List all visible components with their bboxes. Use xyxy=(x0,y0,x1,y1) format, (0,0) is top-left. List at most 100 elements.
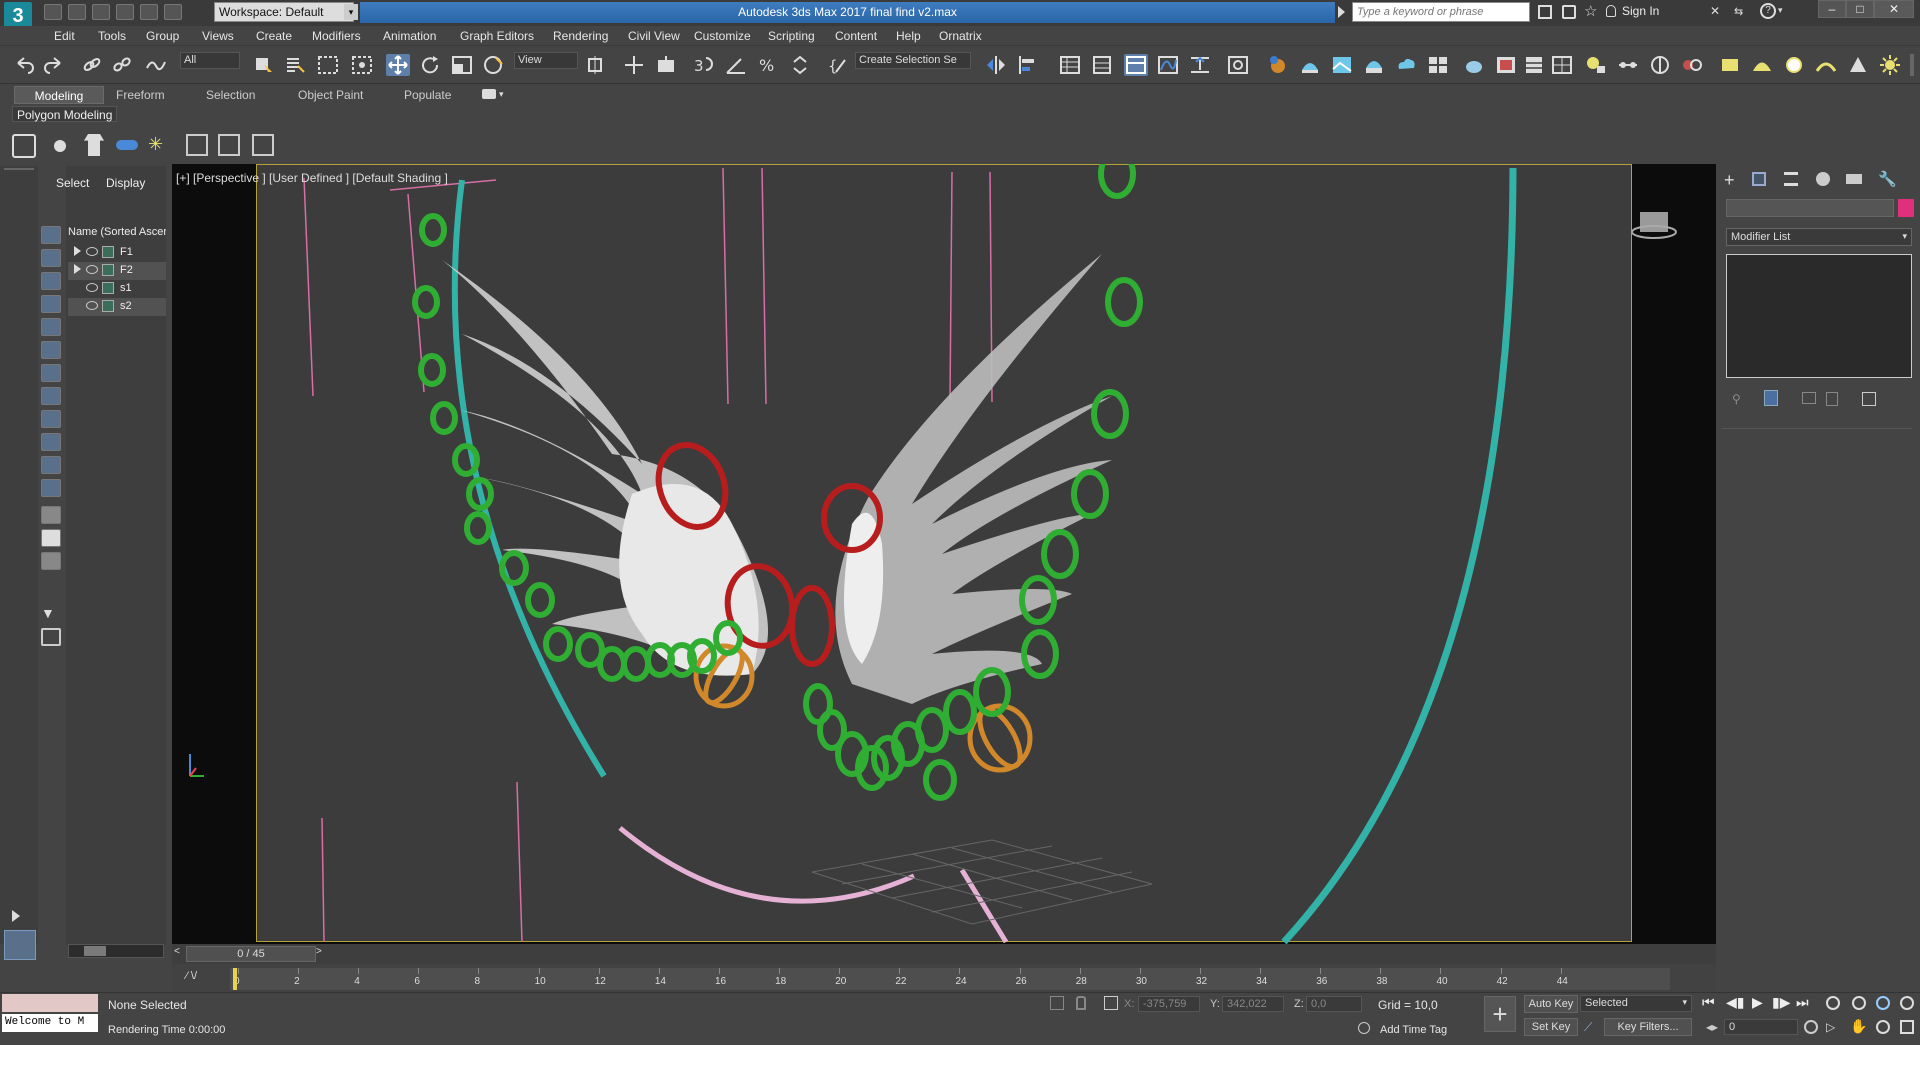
tab-selection[interactable]: Selection xyxy=(206,88,255,102)
display-helpers-icon[interactable] xyxy=(186,134,208,156)
grid-toggle-icon[interactable] xyxy=(1550,54,1574,76)
select-move-icon[interactable] xyxy=(386,54,410,76)
unlink-icon[interactable] xyxy=(110,54,134,76)
list-item[interactable]: s1 xyxy=(68,280,166,298)
filter-funnel-icon[interactable]: ▼ xyxy=(41,605,61,623)
menu-scripting[interactable]: Scripting xyxy=(768,29,815,43)
filter-frozen-icon[interactable] xyxy=(41,456,61,474)
close-window-button[interactable]: ✕ xyxy=(1874,0,1914,18)
auto-key-button[interactable]: Auto Key xyxy=(1524,995,1578,1013)
viewport-perspective[interactable] xyxy=(172,164,1716,944)
search-input[interactable]: Type a keyword or phrase xyxy=(1352,2,1530,22)
add-time-tag-button[interactable]: Add Time Tag xyxy=(1380,1024,1447,1036)
scrollbar-thumb[interactable] xyxy=(84,946,106,956)
select-manipulate-icon[interactable] xyxy=(622,54,646,76)
environment-icon[interactable] xyxy=(1522,54,1546,76)
maxscript-mini-listener[interactable] xyxy=(2,994,98,1012)
chevron-down-icon[interactable]: ▾ xyxy=(344,4,358,20)
key-filters-button[interactable]: Key Filters... xyxy=(1604,1018,1692,1036)
rectangular-selection-icon[interactable] xyxy=(316,54,340,76)
keyboard-shortcut-toggle-icon[interactable] xyxy=(654,54,678,76)
bind-space-warp-icon[interactable] xyxy=(144,54,168,76)
filter-spacewarps-icon[interactable] xyxy=(41,341,61,359)
hierarchy-tab-icon[interactable] xyxy=(1784,172,1798,186)
menu-help[interactable]: Help xyxy=(896,29,921,43)
menu-edit[interactable]: Edit xyxy=(54,29,75,43)
redo-icon[interactable] xyxy=(42,54,66,76)
menu-graph-editors[interactable]: Graph Editors xyxy=(460,29,534,43)
maximize-button[interactable]: □ xyxy=(1846,0,1874,18)
filter-xrefs-icon[interactable] xyxy=(41,387,61,405)
menu-civil-view[interactable]: Civil View xyxy=(628,29,680,43)
minimize-button[interactable]: – xyxy=(1818,0,1846,18)
set-key-button[interactable]: Set Key xyxy=(1524,1018,1578,1036)
set-key-mode-button[interactable]: + xyxy=(1484,996,1516,1032)
toolbar-scroll-handle[interactable] xyxy=(1910,54,1914,76)
time-slider-handle[interactable]: 0 / 45 xyxy=(186,946,316,962)
show-end-result-icon[interactable] xyxy=(1764,390,1778,406)
project-folder-icon[interactable] xyxy=(164,4,182,20)
list-item[interactable]: F2 xyxy=(68,262,166,280)
visibility-eye-icon[interactable] xyxy=(86,283,98,292)
key-selection-dropdown[interactable]: Selected ▾ xyxy=(1580,995,1692,1012)
expand-arrow-icon[interactable] xyxy=(74,246,81,256)
dome-light-icon[interactable] xyxy=(1750,54,1774,76)
current-frame-marker[interactable] xyxy=(233,968,237,990)
maxscript-output[interactable]: Welcome to M xyxy=(2,1014,98,1032)
expand-arrow-icon[interactable] xyxy=(12,910,20,922)
plane-primitive-icon[interactable] xyxy=(1718,54,1742,76)
horizontal-scrollbar[interactable] xyxy=(68,944,164,958)
current-frame-field[interactable]: 0 xyxy=(1724,1019,1798,1035)
viewcube[interactable] xyxy=(1630,206,1678,242)
create-tab-icon[interactable]: + xyxy=(1724,170,1735,191)
menu-create[interactable]: Create xyxy=(256,29,292,43)
next-frame-button[interactable]: > xyxy=(316,946,326,962)
zoom-extents-all-icon[interactable] xyxy=(1900,996,1914,1010)
filter-cameras-icon[interactable] xyxy=(41,295,61,313)
new-file-icon[interactable] xyxy=(44,4,62,20)
display-lights-icon[interactable] xyxy=(116,140,138,150)
render-production-icon[interactable] xyxy=(1362,54,1386,76)
make-unique-icon[interactable] xyxy=(1802,392,1816,404)
light-bulb-icon[interactable] xyxy=(1584,54,1608,76)
viewport-layout-tab[interactable] xyxy=(4,930,36,960)
modifier-list-dropdown[interactable]: Modifier List ▾ xyxy=(1726,228,1912,246)
maximize-viewport-toggle-icon[interactable] xyxy=(1900,1020,1914,1034)
remove-modifier-icon[interactable] xyxy=(1826,392,1838,406)
display-all-icon[interactable] xyxy=(252,134,274,156)
zoom-extents-icon[interactable] xyxy=(1876,996,1890,1010)
pan-view-icon[interactable]: ✋ xyxy=(1850,1018,1867,1035)
filter-helpers-icon[interactable] xyxy=(41,318,61,336)
chevron-down-icon[interactable]: ▾ xyxy=(1778,5,1783,16)
open-file-icon[interactable] xyxy=(68,4,86,20)
render-frame-icon[interactable] xyxy=(1494,54,1518,76)
window-crossing-icon[interactable] xyxy=(350,54,374,76)
open-mini-curve-editor-icon[interactable]: ⁄ \/ xyxy=(186,970,197,982)
timeline-ruler[interactable]: 0246810121416182022242628303234363840424… xyxy=(230,968,1670,990)
filter-hidden-icon[interactable] xyxy=(41,479,61,497)
display-shapes-icon[interactable] xyxy=(84,134,104,156)
menu-customize[interactable]: Customize xyxy=(694,29,751,43)
menu-tools[interactable]: Tools xyxy=(98,29,126,43)
menu-group[interactable]: Group xyxy=(146,29,179,43)
orbit-icon[interactable] xyxy=(1876,1020,1890,1034)
sun-icon[interactable] xyxy=(1878,54,1902,76)
zoom-all-icon[interactable] xyxy=(1852,996,1866,1010)
tab-populate[interactable]: Populate xyxy=(404,88,451,102)
edit-named-selection-icon[interactable]: { xyxy=(826,54,850,76)
percent-snap-icon[interactable]: % xyxy=(756,54,780,76)
previous-frame-button[interactable]: < xyxy=(174,946,184,962)
next-key-icon[interactable]: ▮▶ xyxy=(1772,994,1790,1011)
tab-object-paint[interactable]: Object Paint xyxy=(298,88,363,102)
menu-content[interactable]: Content xyxy=(835,29,877,43)
display-children-icon[interactable] xyxy=(41,506,61,524)
ribbon-options-icon[interactable] xyxy=(482,89,496,99)
select-by-name-icon[interactable] xyxy=(284,54,308,76)
object-name-field[interactable] xyxy=(1726,199,1894,217)
scene-explorer-tab-display[interactable]: Display xyxy=(106,176,145,190)
scene-explorer-menu-icon[interactable] xyxy=(12,134,36,158)
motion-tab-icon[interactable] xyxy=(1816,172,1830,186)
save-file-icon[interactable] xyxy=(92,4,110,20)
pivot-center-icon[interactable] xyxy=(584,54,608,76)
selection-filter-dropdown[interactable]: All xyxy=(180,52,240,69)
